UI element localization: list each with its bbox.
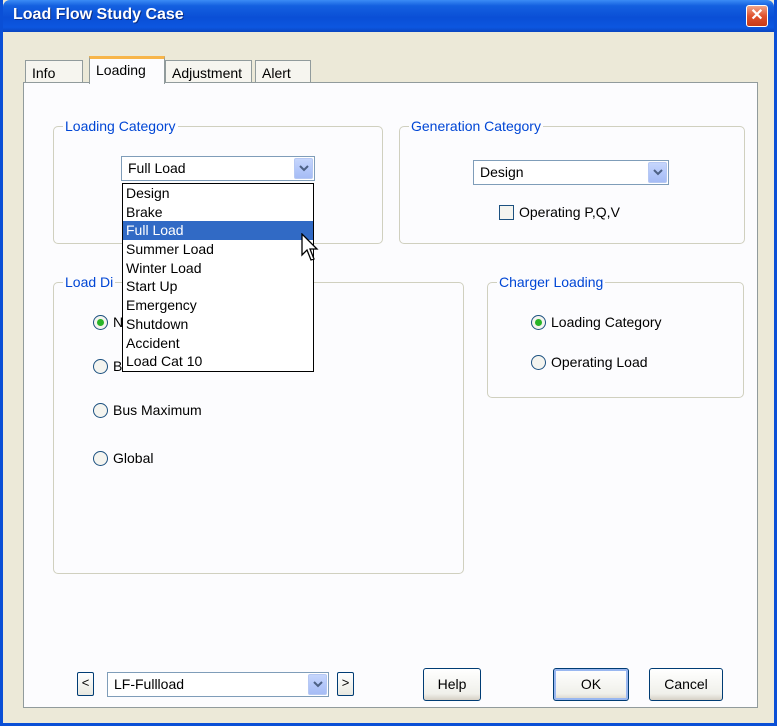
chevron-down-icon[interactable]	[308, 674, 327, 695]
radio-icon[interactable]	[93, 402, 108, 418]
operating-pqv-checkbox[interactable]: Operating P,Q,V	[499, 204, 620, 220]
radio-label: Operating Load	[551, 354, 648, 370]
generation-category-select[interactable]: Design	[473, 160, 669, 185]
load-diversity-option-n[interactable]: N	[93, 314, 123, 330]
radio-icon[interactable]	[93, 450, 108, 466]
radio-icon[interactable]	[93, 358, 108, 374]
dropdown-option[interactable]: Brake	[123, 203, 313, 222]
cancel-button[interactable]: Cancel	[649, 668, 723, 701]
generation-category-group: Generation Category	[399, 118, 745, 244]
loading-category-dropdown-list[interactable]: Design Brake Full Load Summer Load Winte…	[122, 183, 314, 372]
dropdown-option[interactable]: Accident	[123, 334, 313, 353]
dropdown-option[interactable]: Load Cat 10	[123, 352, 313, 371]
loading-category-label: Loading Category	[63, 118, 178, 134]
radio-selected-icon[interactable]	[93, 314, 108, 330]
load-flow-study-case-dialog: Load Flow Study Case ✕ Info Loading Adju…	[0, 0, 777, 726]
dropdown-option[interactable]: Design	[123, 184, 313, 203]
load-diversity-option-bus-maximum[interactable]: Bus Maximum	[93, 402, 202, 418]
dropdown-option[interactable]: Winter Load	[123, 259, 313, 278]
load-diversity-option-b[interactable]: B	[93, 358, 122, 374]
dropdown-option[interactable]: Summer Load	[123, 240, 313, 259]
dropdown-option[interactable]: Emergency	[123, 296, 313, 315]
generation-category-value: Design	[480, 164, 524, 180]
study-case-select[interactable]: LF-Fullload	[107, 672, 329, 697]
ok-button[interactable]: OK	[553, 668, 629, 701]
radio-label: B	[113, 358, 123, 374]
radio-label: Global	[113, 450, 154, 466]
chevron-left-icon: <	[81, 675, 90, 690]
dropdown-option[interactable]: Start Up	[123, 277, 313, 296]
checkbox-box[interactable]	[499, 204, 514, 220]
chevron-down-icon[interactable]	[294, 158, 313, 179]
radio-label: Bus Maximum	[113, 402, 202, 418]
charger-loading-option-operating-load[interactable]: Operating Load	[531, 354, 648, 370]
mouse-cursor-icon	[301, 233, 319, 261]
next-study-case-button[interactable]: >	[337, 672, 354, 696]
charger-loading-group: Charger Loading	[487, 274, 744, 398]
tab-loading[interactable]: Loading	[89, 56, 165, 84]
chevron-down-icon[interactable]	[648, 162, 667, 183]
loading-category-select[interactable]: Full Load	[121, 156, 315, 181]
dropdown-option-highlighted[interactable]: Full Load	[123, 221, 313, 241]
title-bar[interactable]: Load Flow Study Case ✕	[3, 0, 774, 32]
radio-icon[interactable]	[531, 354, 546, 370]
load-diversity-option-global[interactable]: Global	[93, 450, 153, 466]
charger-loading-label: Charger Loading	[497, 274, 606, 290]
help-button[interactable]: Help	[423, 668, 481, 701]
dropdown-option[interactable]: Shutdown	[123, 315, 313, 334]
close-button[interactable]: ✕	[746, 5, 768, 27]
radio-label: Loading Category	[551, 314, 662, 330]
load-diversity-label: Load Di	[63, 274, 116, 290]
window-title: Load Flow Study Case	[13, 6, 184, 23]
chevron-right-icon: >	[341, 675, 350, 690]
generation-category-label: Generation Category	[409, 118, 543, 134]
radio-selected-icon[interactable]	[531, 314, 546, 330]
close-icon: ✕	[750, 7, 764, 24]
charger-loading-option-loading-category[interactable]: Loading Category	[531, 314, 662, 330]
loading-category-value: Full Load	[128, 160, 186, 176]
operating-pqv-label: Operating P,Q,V	[519, 204, 620, 220]
previous-study-case-button[interactable]: <	[77, 672, 94, 696]
study-case-value: LF-Fullload	[114, 676, 185, 692]
